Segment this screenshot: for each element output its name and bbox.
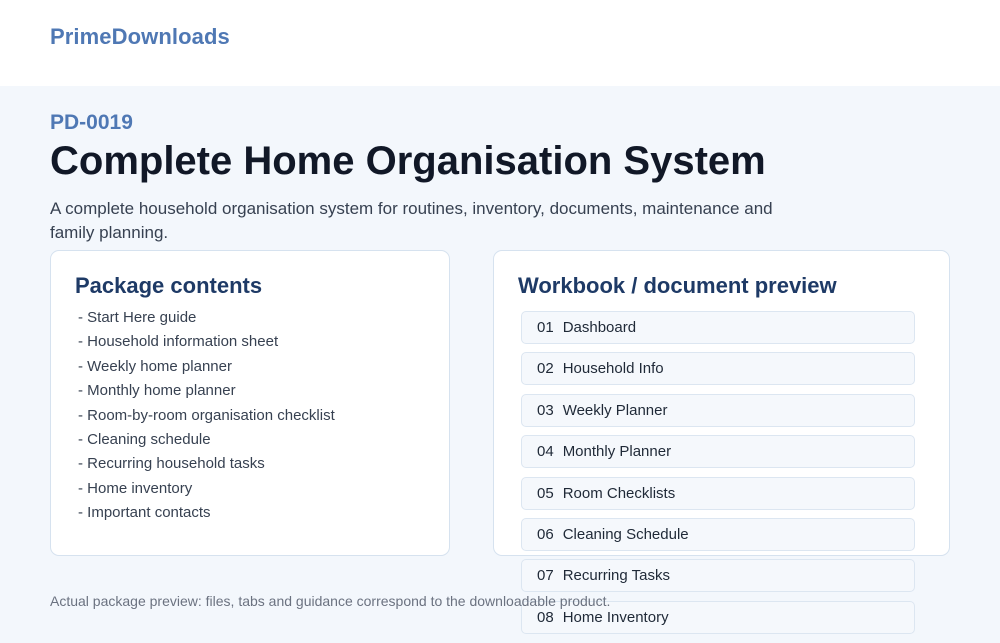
contents-item: - Cleaning schedule [78,431,211,449]
sheet-name: Monthly Planner [562,443,672,461]
sheet-number: 03 [537,401,554,419]
product-description: A complete household organisation system… [50,199,773,242]
product-sku: PD-0019 [50,111,133,134]
sheet-name: Dashboard [562,319,637,336]
contents-item: - Monthly home planner [78,382,236,400]
top-bar: PrimeDownloads [0,0,1000,86]
preview-footnote: Actual package preview: files, tabs and … [50,593,611,609]
contents-item: - Room-by-room organisation checklist [78,406,335,424]
sheet-tab-monthly-planner[interactable]: 04 Monthly Planner [521,435,915,469]
brand-logo-link[interactable]: PrimeDownloads [50,24,230,50]
contents-item: - Weekly home planner [78,357,232,375]
contents-item: - Start Here guide [78,309,197,326]
contents-item: - Important contacts [78,504,211,522]
sheet-name: Cleaning Schedule [562,525,689,543]
sheet-tab-room-checklists[interactable]: 05 Room Checklists [521,476,915,510]
sheet-name: Weekly Planner [562,401,668,419]
sheet-number: 05 [537,484,554,502]
document-preview-heading: Workbook / document preview [518,273,837,298]
contents-item: - Recurring household tasks [78,455,265,473]
sheet-name: Recurring Tasks [562,567,670,585]
sheet-name: Room Checklists [562,484,676,502]
sheet-tab-household-info[interactable]: 02 Household Info [521,352,915,386]
page-title: Complete Home Organisation System [50,139,766,183]
package-contents-panel: Package contents - Start Here guide - Ho… [50,250,450,556]
sheet-name: Household Info [562,360,664,378]
sheet-number: 04 [537,443,554,461]
contents-item: - Home inventory [78,479,193,497]
sheet-tab-dashboard[interactable]: 01 Dashboard [521,311,915,344]
sheet-number: 02 [537,360,554,378]
contents-item: - Household information sheet [78,333,279,351]
sheet-tab-cleaning-schedule[interactable]: 06 Cleaning Schedule [521,517,915,551]
sheet-tab-weekly-planner[interactable]: 03 Weekly Planner [521,393,915,427]
sheet-number: 01 [537,319,554,336]
sheet-name: Home Inventory [562,608,669,626]
sheet-number: 06 [537,525,554,543]
sheet-number: 07 [537,567,554,585]
sheet-tab-recurring-tasks[interactable]: 07 Recurring Tasks [521,559,915,593]
package-contents-heading: Package contents [75,273,263,298]
package-contents-list: - Start Here guide - Household informati… [78,306,335,526]
